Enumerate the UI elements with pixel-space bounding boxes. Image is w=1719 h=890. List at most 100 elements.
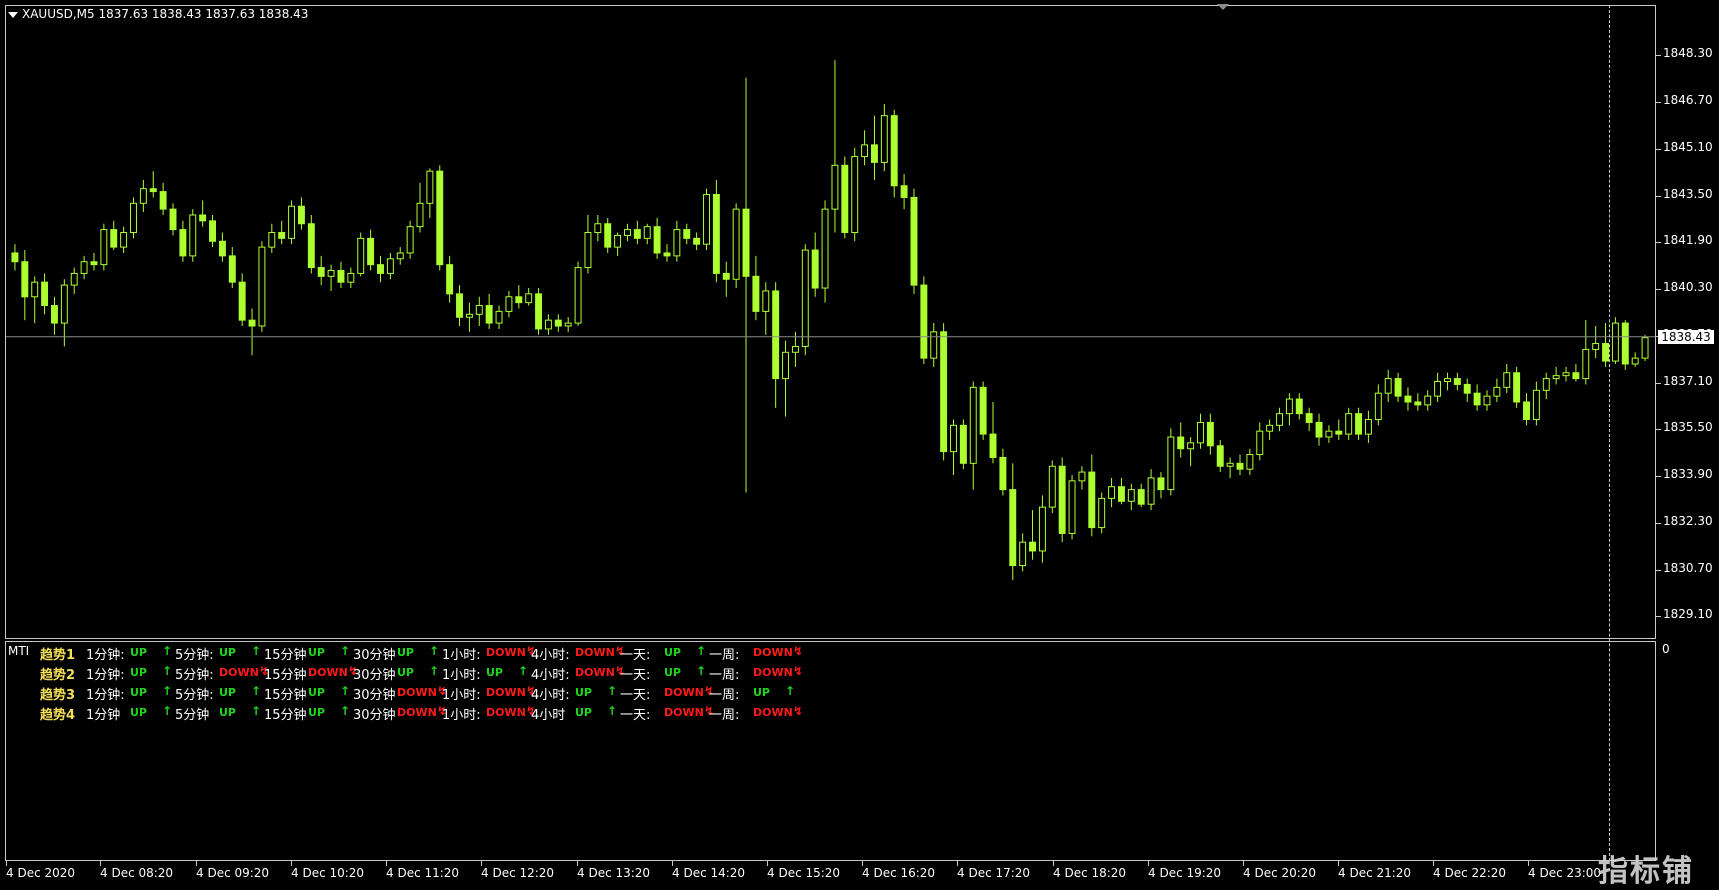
price-axis-label: 1833.90: [1663, 467, 1713, 482]
arrow-up-icon: ↑: [162, 704, 173, 718]
timeframe-label: 15分钟: [264, 668, 307, 683]
main-chart-panel[interactable]: [5, 5, 1656, 639]
trend-down-value: DOWN: [753, 706, 793, 719]
price-axis-tick: [1656, 289, 1661, 291]
timeframe-label: 5分钟:: [175, 668, 214, 683]
arrow-down-icon: ↯: [793, 664, 804, 678]
symbol-title[interactable]: XAUUSD,M5 1837.63 1838.43 1837.63 1838.4…: [8, 7, 308, 21]
arrow-up-icon: ↑: [607, 704, 618, 718]
period-separator: [1609, 5, 1610, 861]
trend-down-value: DOWN: [575, 646, 615, 659]
price-axis[interactable]: 1848.30 1846.70 1845.10 1843.50 1841.90 1840.…: [1656, 5, 1719, 861]
price-axis-label: 1837.10: [1663, 373, 1713, 388]
time-axis-label: 4 Dec 12:20: [481, 866, 555, 880]
arrow-up-icon: ↑: [340, 704, 351, 718]
arrow-up-icon: ↑: [162, 644, 173, 658]
trend-down-value: DOWN: [575, 666, 615, 679]
symbol-ohlc-text: XAUUSD,M5 1837.63 1838.43 1837.63 1838.4…: [22, 7, 309, 21]
trend-up-value: UP: [130, 646, 147, 659]
arrow-down-icon: ↯: [793, 644, 804, 658]
arrow-up-icon: ↑: [696, 644, 707, 658]
timeframe-label: 15分钟: [264, 648, 307, 663]
trend-down-value: DOWN: [664, 706, 704, 719]
time-axis[interactable]: 4 Dec 2020 4 Dec 08:20 4 Dec 09:20 4 Dec 10…: [0, 861, 1656, 888]
watermark-logo: 指标铺: [1598, 854, 1694, 889]
price-axis-label: 1845.10: [1663, 139, 1713, 154]
timeframe-label: 1分钟:: [86, 648, 125, 663]
dropdown-triangle-icon[interactable]: [8, 11, 18, 18]
timeframe-label: 一周:: [709, 668, 740, 683]
timeframe-label: 1小时:: [442, 688, 481, 703]
timeframe-label: 一天:: [620, 708, 651, 723]
arrow-up-icon: ↑: [162, 664, 173, 678]
arrow-up-icon: ↑: [162, 684, 173, 698]
arrow-up-icon: ↑: [785, 684, 796, 698]
price-axis-tick: [1656, 102, 1661, 104]
time-axis-label: 4 Dec 17:20: [957, 866, 1031, 880]
chart-shift-marker[interactable]: [1217, 4, 1229, 12]
price-axis-label: 1848.30: [1663, 46, 1713, 61]
timeframe-label: 一周:: [709, 648, 740, 663]
timeframe-label: 5分钟: [175, 708, 210, 723]
timeframe-label: 一天:: [620, 668, 651, 683]
trend-up-value: UP: [753, 686, 770, 699]
price-axis-tick: [1656, 522, 1661, 524]
arrow-down-icon: ↯: [793, 704, 804, 718]
arrow-up-icon: ↑: [340, 644, 351, 658]
arrow-up-icon: ↑: [696, 664, 707, 678]
timeframe-label: 1分钟:: [86, 668, 125, 683]
timeframe-label: 30分钟: [353, 708, 396, 723]
price-axis-tick: [1656, 195, 1661, 197]
time-axis-label: 4 Dec 10:20: [291, 866, 365, 880]
price-axis-label: 1840.30: [1663, 280, 1713, 295]
time-axis-label: 4 Dec 08:20: [100, 866, 174, 880]
time-axis-label: 4 Dec 14:20: [672, 866, 746, 880]
price-axis-label: 1829.10: [1663, 607, 1713, 622]
time-axis-label: 4 Dec 11:20: [386, 866, 460, 880]
time-axis-label: 4 Dec 16:20: [862, 866, 936, 880]
arrow-up-icon: ↑: [340, 684, 351, 698]
arrow-up-icon: ↑: [518, 664, 529, 678]
trend-up-value: UP: [575, 686, 592, 699]
arrow-up-icon: ↑: [429, 664, 440, 678]
timeframe-label: 4小时:: [531, 648, 570, 663]
trend-up-value: UP: [397, 646, 414, 659]
price-axis-label: 1835.50: [1663, 420, 1713, 435]
arrow-up-icon: ↑: [251, 684, 262, 698]
trend-up-value: UP: [308, 646, 325, 659]
trend-name: 趋势2: [40, 668, 76, 683]
time-axis-label: 4 Dec 22:20: [1433, 866, 1507, 880]
price-axis-tick: [1656, 616, 1661, 618]
timeframe-label: 30分钟: [353, 648, 396, 663]
trend-name: 趋势4: [40, 708, 76, 723]
trend-down-value: DOWN: [486, 706, 526, 719]
price-axis-tick: [1656, 242, 1661, 244]
trend-up-value: UP: [664, 646, 681, 659]
trend-down-value: DOWN: [397, 686, 437, 699]
trend-down-value: DOWN: [219, 666, 259, 679]
price-axis-tick: [1656, 476, 1661, 478]
timeframe-label: 30分钟: [353, 688, 396, 703]
current-price-label: 1838.43: [1658, 329, 1714, 344]
price-axis-label: 1846.70: [1663, 93, 1713, 108]
trend-name: 趋势1: [40, 648, 76, 663]
trend-up-value: UP: [397, 666, 414, 679]
trend-down-value: DOWN: [664, 686, 704, 699]
trend-up-value: UP: [219, 706, 236, 719]
indicator-name: MTI: [8, 644, 30, 658]
timeframe-label: 15分钟: [264, 708, 307, 723]
trend-up-value: UP: [664, 666, 681, 679]
trend-up-value: UP: [308, 686, 325, 699]
trend-up-value: UP: [130, 666, 147, 679]
arrow-up-icon: ↑: [251, 644, 262, 658]
time-axis-label: 4 Dec 09:20: [196, 866, 270, 880]
price-axis-tick: [1656, 429, 1661, 431]
trend-name: 趋势3: [40, 688, 76, 703]
trend-up-value: UP: [219, 646, 236, 659]
timeframe-label: 15分钟: [264, 688, 307, 703]
trend-up-value: UP: [575, 706, 592, 719]
timeframe-label: 5分钟:: [175, 648, 214, 663]
price-axis-label: 1832.30: [1663, 513, 1713, 528]
metatrader-chart-window[interactable]: XAUUSD,M5 1837.63 1838.43 1837.63 1838.4…: [0, 0, 1719, 889]
price-axis-tick: [1656, 148, 1661, 150]
